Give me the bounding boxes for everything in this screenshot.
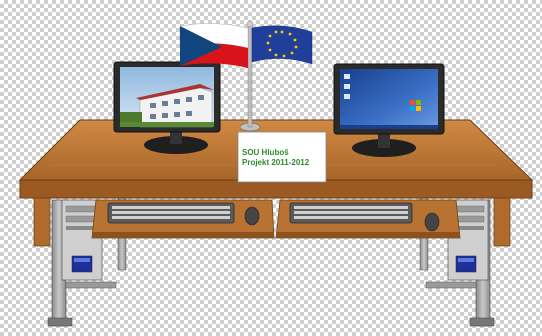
eu-flag-icon (252, 26, 312, 64)
mouse-left (245, 207, 259, 225)
sign-line-school: SOU Hluboš (242, 148, 328, 158)
keyboard-left (108, 203, 234, 223)
sign-line-project: Projekt 2011-2012 (242, 158, 328, 168)
mouse-right (425, 213, 439, 231)
keyboard-right (290, 203, 412, 223)
computer-desk-illustration: SOU Hluboš Projekt 2011-2012 (0, 0, 542, 331)
czech-flag-icon (180, 23, 248, 68)
